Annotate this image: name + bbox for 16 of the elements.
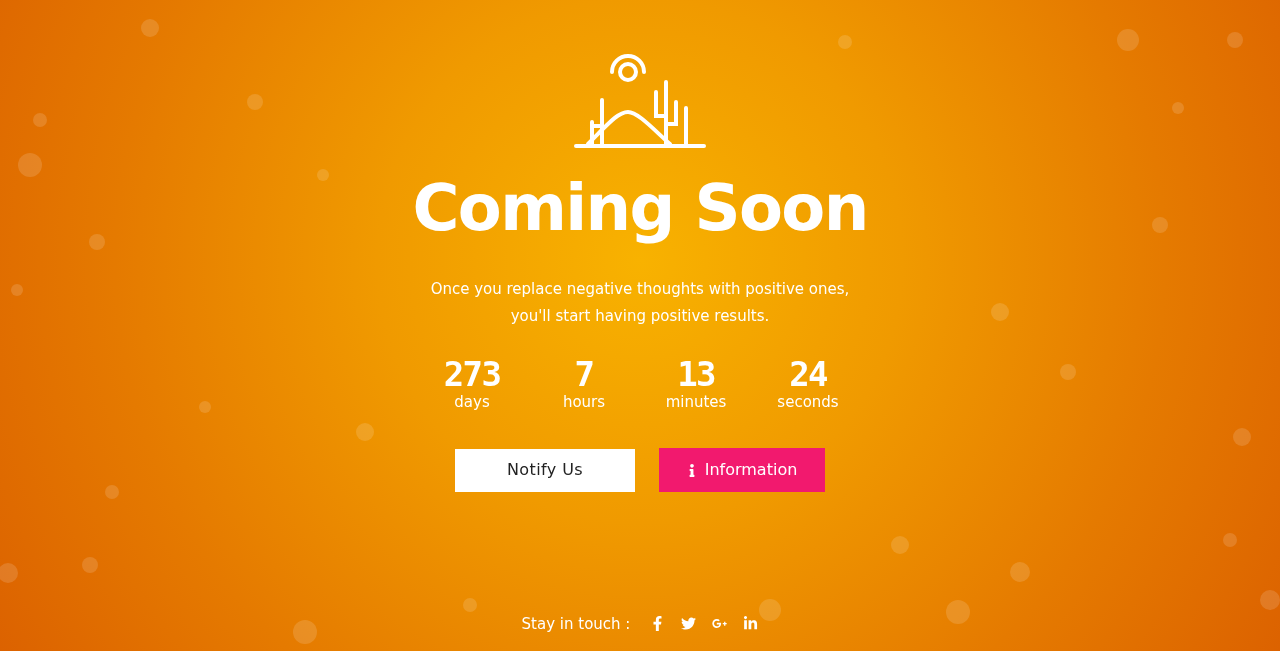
countdown-value: 13 [677, 356, 715, 392]
countdown-unit: seconds [777, 392, 839, 412]
linkedin-icon[interactable] [743, 616, 759, 632]
countdown-unit: hours [562, 392, 606, 412]
countdown-unit: days [454, 392, 490, 412]
countdown-value: 273 [443, 356, 501, 392]
notify-button[interactable]: Notify Us [455, 448, 635, 492]
page-title: Coming Soon [412, 172, 868, 244]
countdown-value: 24 [789, 356, 827, 392]
twitter-icon[interactable] [681, 616, 697, 632]
countdown-value: 7 [574, 356, 594, 392]
logo-icon [574, 52, 706, 148]
stay-in-touch-label: Stay in touch : [521, 613, 631, 635]
tagline: Once you replace negative thoughts with positive ones, you'll start having positive results. [430, 279, 850, 327]
information-button[interactable]: Information [659, 448, 825, 492]
countdown-unit: minutes [665, 392, 727, 412]
